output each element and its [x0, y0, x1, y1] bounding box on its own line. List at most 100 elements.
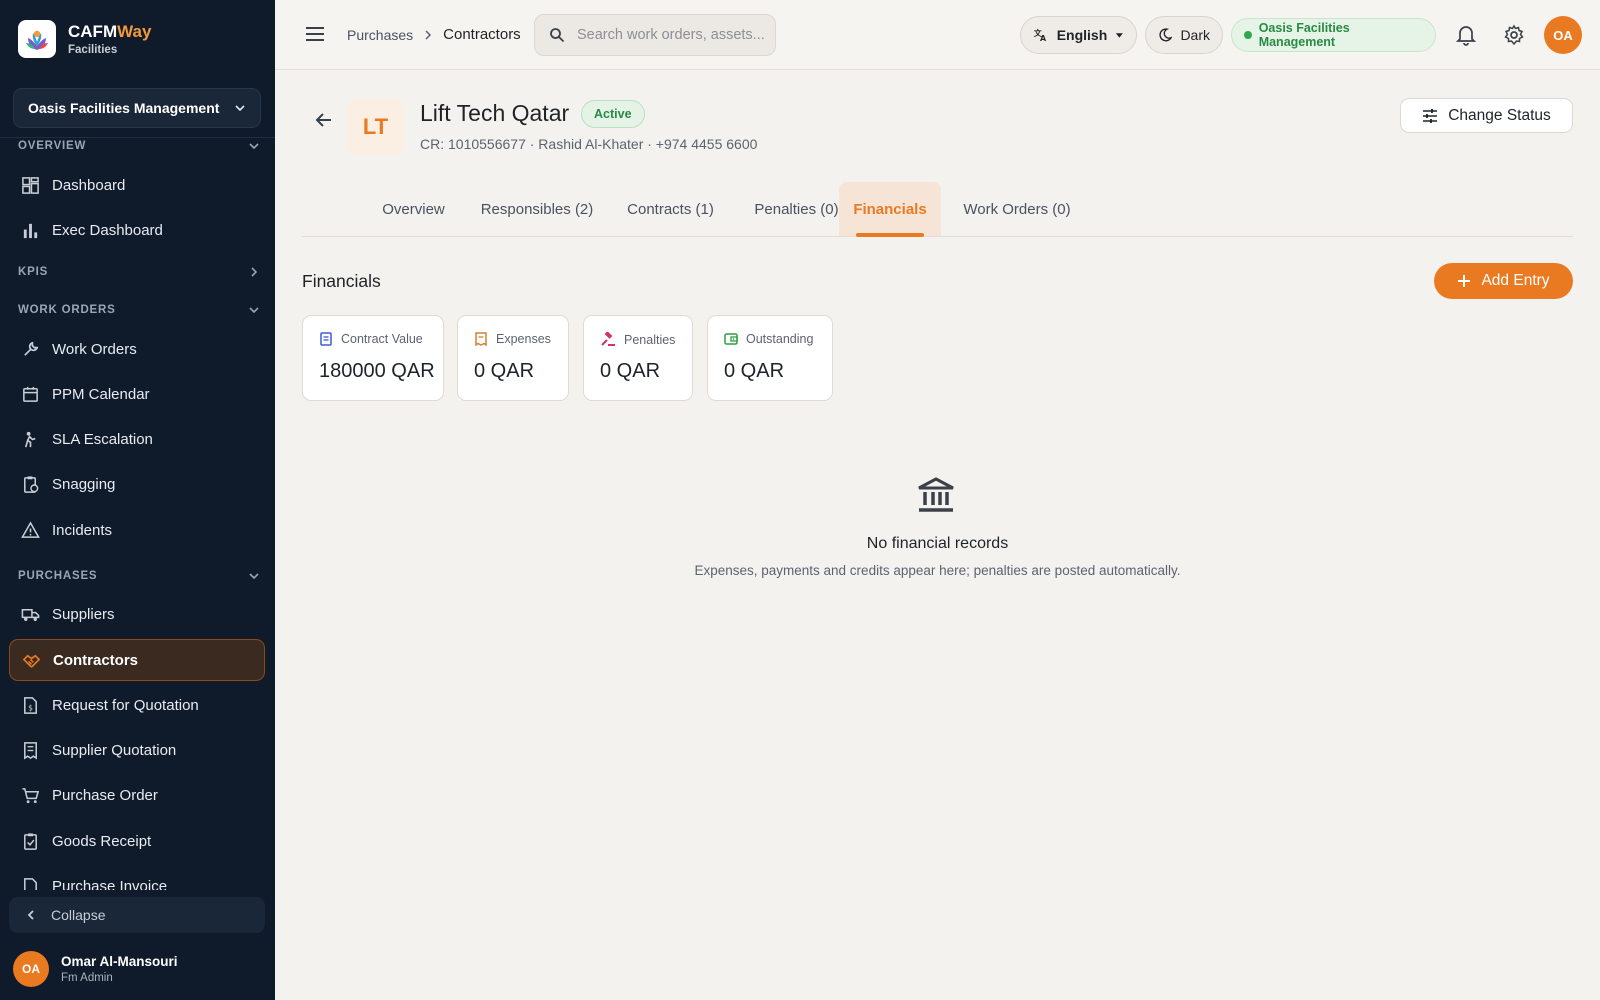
tab-responsibles[interactable]: Responsibles (2): [467, 182, 607, 236]
theme-toggle[interactable]: Dark: [1145, 16, 1223, 54]
sidebar-item-label: Suppliers: [52, 605, 115, 623]
stat-card-label: Outstanding: [724, 332, 813, 346]
stat-card-label: Penalties: [600, 332, 675, 348]
truck-icon: [21, 608, 40, 621]
user-avatar[interactable]: OA: [1544, 16, 1582, 54]
chevron-right-icon: [425, 29, 432, 40]
status-dot: [1244, 31, 1252, 39]
plus-icon: [1458, 275, 1471, 287]
receipt-icon: [475, 332, 487, 346]
org-badge[interactable]: Oasis Facilities Management: [1231, 18, 1436, 52]
sidebar-item-supplier-quotation[interactable]: Supplier Quotation: [9, 729, 265, 771]
section-work-orders-label: WORK ORDERS: [18, 304, 116, 316]
section-overview[interactable]: OVERVIEW: [18, 140, 260, 152]
section-overview-label: OVERVIEW: [18, 140, 87, 152]
invoice-icon: [24, 877, 37, 890]
section-work-orders[interactable]: WORK ORDERS: [18, 304, 260, 316]
brand-logo-icon: [18, 20, 56, 58]
sidebar-item-label: Purchase Invoice: [52, 877, 168, 891]
stat-card-label-text: Penalties: [624, 333, 676, 347]
sidebar-item-label: Snagging: [52, 475, 116, 493]
avatar: OA: [13, 951, 49, 987]
collapse-button[interactable]: Collapse: [9, 897, 265, 933]
sidebar-item-label: PPM Calendar: [52, 385, 150, 403]
cart-icon: [22, 787, 40, 803]
search-box[interactable]: [534, 14, 776, 56]
user-role: Fm Admin: [61, 972, 113, 984]
sidebar-item-label: Goods Receipt: [52, 832, 152, 850]
add-entry-label: Add Entry: [1481, 272, 1550, 289]
sidebar-item-sla-escalation[interactable]: SLA Escalation: [9, 418, 265, 460]
svg-text:A: A: [1040, 34, 1047, 43]
document-dollar-icon: $: [24, 696, 37, 714]
stat-card-label-text: Outstanding: [746, 332, 814, 346]
tab-work-orders[interactable]: Work Orders (0): [947, 182, 1087, 236]
change-status-label: Change Status: [1448, 106, 1551, 124]
chevron-down-icon: [235, 105, 245, 112]
user-profile[interactable]: OA Omar Al-Mansouri Fm Admin: [13, 951, 178, 987]
brand[interactable]: CAFMWay Facilities: [18, 20, 151, 58]
breadcrumb: Purchases Contractors: [347, 26, 521, 43]
section-title: Financials: [302, 271, 381, 291]
sidebar-item-label: SLA Escalation: [52, 430, 153, 448]
tab-financials[interactable]: Financials: [839, 182, 941, 237]
sidebar-nav: OVERVIEW Dashboard Exec Dashboard KPIS W…: [0, 138, 275, 890]
chevron-down-icon: [249, 143, 259, 150]
sidebar-item-label: Purchase Order: [52, 786, 158, 804]
org-selector[interactable]: Oasis Facilities Management: [13, 88, 261, 128]
language-selector[interactable]: 文A English: [1020, 16, 1137, 54]
tab-overview[interactable]: Overview: [361, 182, 466, 236]
sidebar-item-label: Supplier Quotation: [52, 741, 177, 759]
breadcrumb-parent[interactable]: Purchases: [347, 27, 413, 43]
chevron-right-icon: [251, 267, 258, 277]
calendar-icon: [23, 386, 38, 402]
sidebar: CAFMWay Facilities Oasis Facilities Mana…: [0, 0, 275, 1000]
back-arrow-icon[interactable]: [314, 110, 334, 130]
status-badge: Active: [581, 100, 645, 128]
bank-icon: [918, 477, 954, 512]
sidebar-item-goods-receipt[interactable]: Goods Receipt: [9, 820, 265, 862]
sidebar-item-exec-dashboard[interactable]: Exec Dashboard: [9, 209, 265, 251]
change-status-button[interactable]: Change Status: [1400, 98, 1573, 133]
gear-icon[interactable]: [1503, 24, 1525, 46]
empty-state-title: No financial records: [866, 535, 1009, 552]
entity-meta: CR: 1010556677 · Rashid Al-Khater · +974…: [420, 136, 758, 152]
collapse-label: Collapse: [51, 907, 106, 923]
sidebar-item-purchase-order[interactable]: Purchase Order: [9, 774, 265, 816]
moon-icon: [1159, 28, 1173, 42]
stat-card-label-text: Expenses: [496, 332, 551, 346]
dashboard-icon: [22, 176, 39, 194]
page-title: Lift Tech Qatar: [420, 100, 570, 126]
escalator-person-icon: [24, 431, 36, 447]
sidebar-item-dashboard[interactable]: Dashboard: [9, 164, 265, 206]
sidebar-item-rfq[interactable]: $ Request for Quotation: [9, 684, 265, 726]
tab-contracts[interactable]: Contracts (1): [608, 182, 733, 236]
chevron-left-icon: [27, 910, 34, 920]
sidebar-item-label: Work Orders: [52, 340, 137, 358]
translate-icon: 文A: [1034, 28, 1047, 43]
sidebar-item-ppm-calendar[interactable]: PPM Calendar: [9, 373, 265, 415]
section-kpis[interactable]: KPIS: [18, 266, 260, 278]
org-selector-label: Oasis Facilities Management: [28, 100, 220, 116]
caret-down-icon: [1116, 33, 1124, 38]
add-entry-button[interactable]: Add Entry: [1434, 263, 1573, 299]
chevron-down-icon: [249, 307, 259, 314]
clipboard-clock-icon: [24, 475, 39, 493]
sidebar-item-work-orders[interactable]: Work Orders: [9, 328, 265, 370]
sidebar-item-purchase-invoice[interactable]: Purchase Invoice: [9, 865, 265, 890]
search-input[interactable]: [577, 27, 772, 43]
wallet-icon: [724, 333, 738, 345]
topbar: Purchases Contractors 文A English Dark Oa…: [275, 0, 1600, 70]
wrench-icon: [24, 341, 39, 356]
sidebar-item-suppliers[interactable]: Suppliers: [9, 593, 265, 635]
stat-card-contract-value: Contract Value 180000 QAR: [302, 315, 444, 401]
bell-icon[interactable]: [1456, 24, 1476, 46]
sidebar-item-snagging[interactable]: Snagging: [9, 463, 265, 505]
sidebar-item-contractors[interactable]: Contractors: [9, 639, 265, 681]
menu-icon[interactable]: [305, 24, 325, 44]
empty-state-subtitle: Expenses, payments and credits appear he…: [694, 563, 1181, 578]
gavel-icon: [601, 332, 615, 346]
stat-card-label-text: Contract Value: [341, 332, 423, 346]
theme-label: Dark: [1180, 27, 1210, 43]
stat-card-outstanding: Outstanding 0 QAR: [707, 315, 833, 401]
